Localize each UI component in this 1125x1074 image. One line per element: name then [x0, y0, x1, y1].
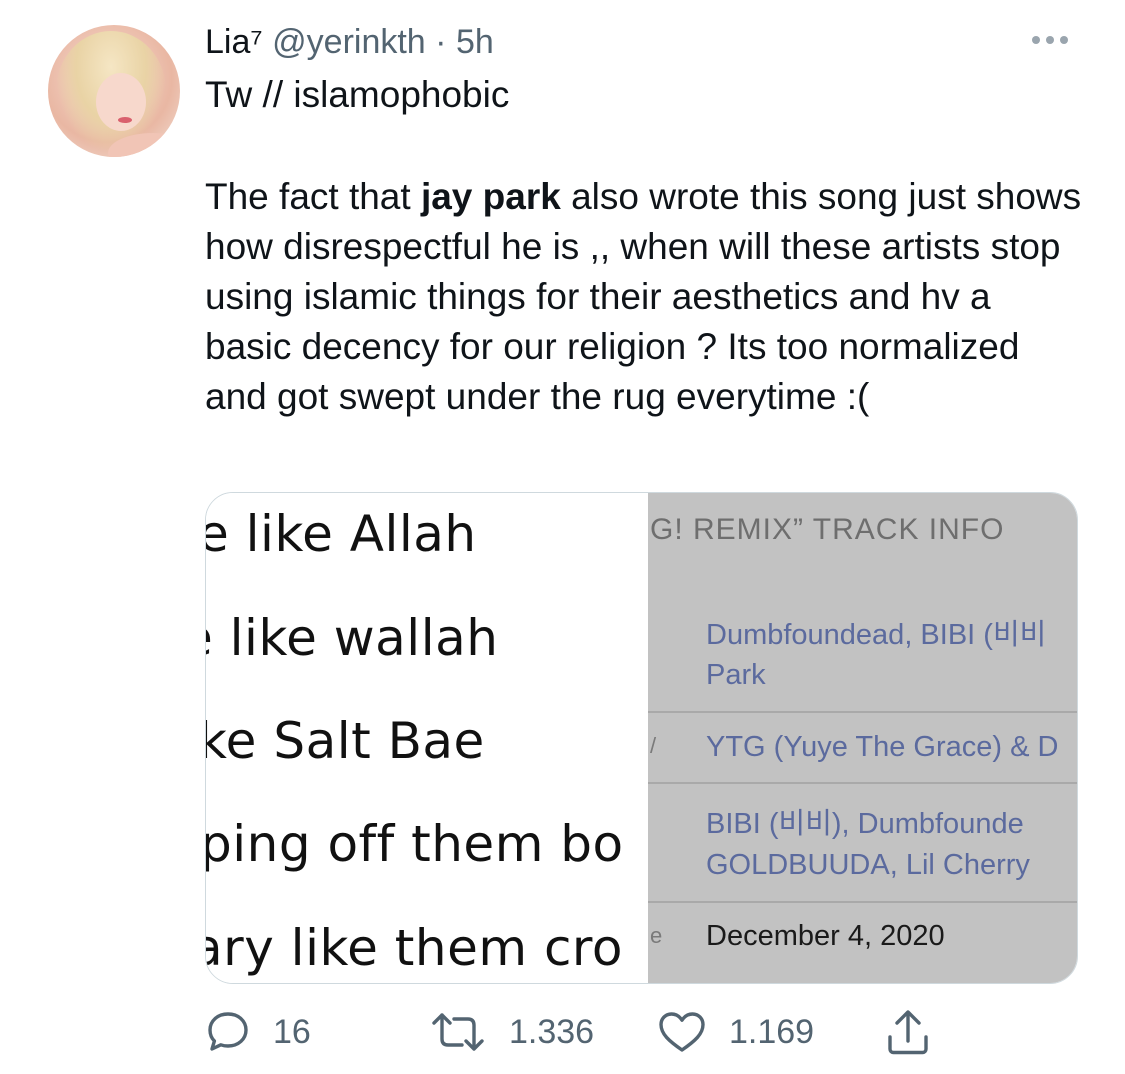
lyric-line: e like Allah — [206, 505, 477, 563]
tweet-text: The fact that jay park also wrote this s… — [205, 172, 1085, 422]
lyric-line: e like wallah — [206, 609, 499, 667]
lyric-line: ping off them bo — [206, 815, 624, 873]
share-button[interactable] — [883, 1004, 933, 1060]
retweet-count: 1.336 — [509, 1012, 595, 1051]
cropped-glyph: / — [650, 733, 657, 758]
display-name[interactable]: Lia⁷ — [205, 23, 263, 61]
reply-icon — [208, 1012, 248, 1051]
credit-link: BIBI (비비), Dumbfounde — [706, 808, 1024, 840]
more-dots-icon — [1032, 36, 1040, 44]
lyric-line: ke Salt Bae — [206, 712, 485, 770]
more-dots-icon — [1046, 36, 1054, 44]
trigger-warning: Tw // islamophobic — [205, 74, 510, 115]
tweet-actions: 16 1.336 1.169 — [205, 1004, 1085, 1060]
tweet-text-start: The fact that — [205, 176, 421, 217]
credit-link: Park — [706, 659, 766, 691]
avatar-lips — [118, 117, 132, 123]
retweet-icon — [432, 1013, 484, 1051]
user-handle[interactable]: @yerinkth — [272, 23, 426, 61]
divider — [648, 901, 1077, 903]
tweet-time[interactable]: 5h — [456, 23, 494, 61]
cropped-glyph: e — [650, 923, 663, 948]
more-dots-icon — [1060, 36, 1068, 44]
credit-link: GOLDBUUDA, Lil Cherry — [706, 849, 1030, 881]
release-date: December 4, 2020 — [706, 920, 945, 952]
share-icon — [888, 1010, 928, 1055]
tweet-media-image[interactable]: e like Allah e like wallah ke Salt Bae p… — [205, 492, 1078, 984]
more-options-button[interactable] — [1025, 30, 1075, 50]
header-separator: · — [435, 23, 447, 61]
like-button[interactable]: 1.169 — [657, 1004, 814, 1060]
divider — [648, 711, 1077, 713]
track-info-panel: G! REMIX” TRACK INFO Dumbfoundead, BIBI … — [648, 493, 1077, 983]
credit-link: Dumbfoundead, BIBI (비비 — [706, 619, 1047, 651]
divider — [648, 782, 1077, 784]
retweet-button[interactable]: 1.336 — [429, 1004, 594, 1060]
heart-icon — [659, 1012, 705, 1052]
reply-count: 16 — [273, 1012, 311, 1051]
like-count: 1.169 — [729, 1012, 815, 1051]
reply-button[interactable]: 16 — [205, 1004, 311, 1060]
credit-link: YTG (Yuye The Grace) & D — [706, 731, 1059, 763]
avatar[interactable] — [48, 25, 180, 157]
tweet-header: Lia⁷ @yerinkth · 5h — [205, 22, 494, 62]
lyric-line: ary like them cro — [206, 919, 623, 977]
lyrics-crop: e like Allah e like wallah ke Salt Bae p… — [206, 493, 648, 983]
tweet-text-bold: jay park — [420, 176, 561, 217]
track-info-title: G! REMIX” TRACK INFO — [650, 513, 1005, 546]
